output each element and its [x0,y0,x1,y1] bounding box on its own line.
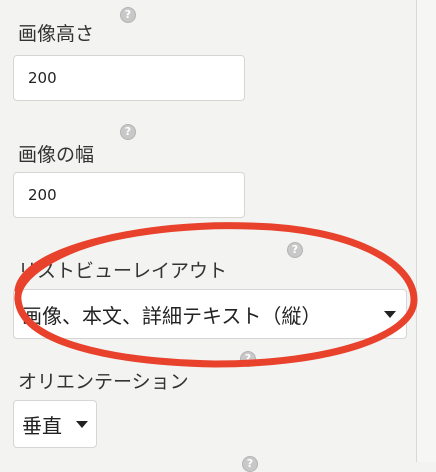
help-icon[interactable]: ? [242,456,258,472]
help-icon[interactable]: ? [120,7,136,23]
orientation-value: 垂直 [22,413,62,438]
image-width-input[interactable] [13,172,245,218]
orientation-select[interactable]: 垂直 [13,400,97,448]
help-icon[interactable]: ? [240,351,256,367]
image-height-input[interactable] [13,55,245,101]
orientation-label: オリエンテーション [18,371,189,393]
caret-down-icon [384,310,396,318]
caret-down-icon [76,420,88,428]
list-view-layout-label: リストビューレイアウト [18,260,228,282]
side-strip [417,0,436,462]
help-icon[interactable]: ? [120,124,136,140]
list-view-layout-value: 画像、本文、詳細テキスト（縦） [22,303,322,328]
image-width-label: 画像の幅 [18,144,95,166]
help-icon[interactable]: ? [287,242,303,258]
image-height-label: 画像高さ [18,23,95,45]
list-view-layout-select[interactable]: 画像、本文、詳細テキスト（縦） [13,289,407,339]
